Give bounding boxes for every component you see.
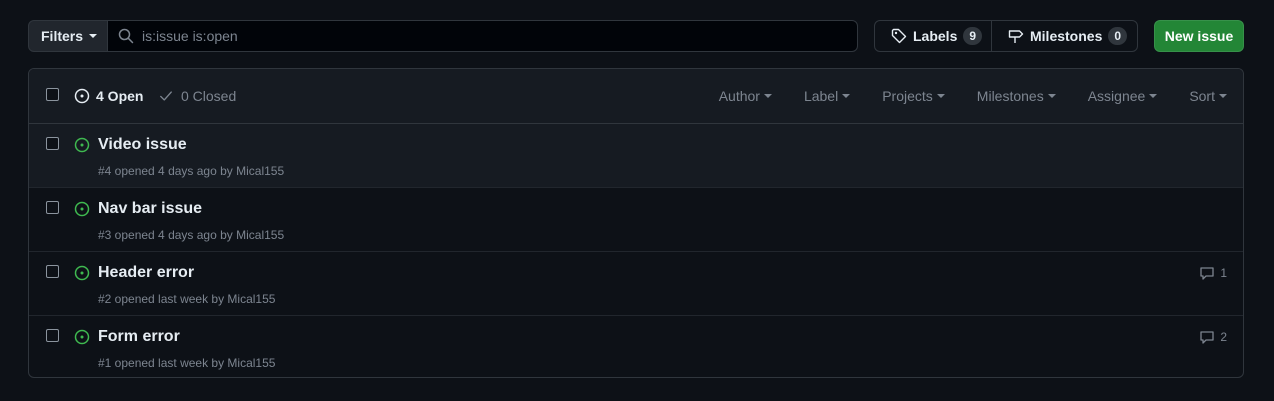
issue-title[interactable]: Form error — [98, 328, 180, 346]
open-count-label: 4 Open — [96, 88, 144, 104]
filter-menus: Author Label Projects Milestones Assigne… — [719, 88, 1227, 104]
caret-down-icon — [936, 94, 945, 98]
issue-meta: #4 opened 4 days ago by Mical155 — [98, 164, 285, 178]
issue-checkbox[interactable] — [46, 329, 59, 342]
milestones-label: Milestones — [1030, 28, 1103, 44]
comments-link[interactable]: 2 — [1199, 329, 1227, 345]
search-icon — [118, 28, 134, 44]
filters-button[interactable]: Filters — [28, 20, 108, 52]
labels-count: 9 — [963, 27, 983, 45]
author-filter[interactable]: Author — [719, 88, 772, 104]
issue-meta: #3 opened 4 days ago by Mical155 — [98, 228, 285, 242]
caret-down-icon — [842, 94, 851, 98]
issue-meta: #1 opened last week by Mical155 — [98, 356, 276, 370]
milestone-icon — [1008, 28, 1024, 44]
assignee-filter[interactable]: Assignee — [1088, 88, 1158, 104]
labels-milestones-group: Labels 9 Milestones 0 — [874, 20, 1138, 52]
issues-list: 4 Open 0 Closed Author Label Projects Mi… — [28, 68, 1244, 378]
caret-down-icon — [763, 94, 772, 98]
projects-filter-label: Projects — [882, 88, 933, 104]
issues-list-header: 4 Open 0 Closed Author Label Projects Mi… — [29, 69, 1243, 124]
search-box[interactable] — [107, 20, 858, 52]
issue-checkbox[interactable] — [46, 137, 59, 150]
caret-down-icon — [89, 34, 98, 38]
issue-title[interactable]: Video issue — [98, 136, 187, 154]
labels-label: Labels — [913, 28, 958, 44]
comment-icon — [1199, 329, 1215, 345]
issue-open-icon — [74, 137, 90, 153]
caret-down-icon — [1219, 94, 1227, 98]
closed-issues-tab[interactable]: 0 Closed — [159, 88, 236, 104]
comment-icon — [1199, 265, 1215, 281]
milestones-button[interactable]: Milestones 0 — [992, 21, 1143, 51]
sort-filter[interactable]: Sort — [1189, 88, 1227, 104]
comments-link[interactable]: 1 — [1199, 265, 1227, 281]
issue-checkbox[interactable] — [46, 265, 59, 278]
tag-icon — [891, 28, 907, 44]
issue-open-icon — [74, 329, 90, 345]
caret-down-icon — [1047, 94, 1056, 98]
check-icon — [159, 89, 173, 103]
label-filter-label: Label — [803, 88, 839, 104]
issue-open-icon — [74, 201, 90, 217]
labels-button[interactable]: Labels 9 — [875, 21, 992, 51]
select-all-checkbox[interactable] — [46, 88, 59, 101]
open-issues-tab[interactable]: 4 Open — [74, 88, 143, 104]
issue-row[interactable]: Form error #1 opened last week by Mical1… — [29, 316, 1243, 377]
issue-row[interactable]: Video issue #4 opened 4 days ago by Mica… — [29, 124, 1243, 188]
caret-down-icon — [1149, 94, 1158, 98]
milestones-filter-label: Milestones — [976, 88, 1044, 104]
issue-title[interactable]: Nav bar issue — [98, 200, 202, 218]
milestones-count: 0 — [1108, 27, 1128, 45]
issue-open-icon — [74, 265, 90, 281]
issues-toolbar: Filters Labels 9 Milestones 0 New issue — [28, 20, 1244, 52]
milestones-filter[interactable]: Milestones — [977, 88, 1056, 104]
assignee-filter-label: Assignee — [1087, 88, 1146, 104]
search-input[interactable] — [142, 28, 822, 44]
sort-filter-label: Sort — [1189, 88, 1215, 104]
new-issue-button[interactable]: New issue — [1154, 20, 1244, 52]
issue-open-icon — [74, 88, 90, 104]
closed-count-label: 0 Closed — [181, 88, 237, 104]
issue-title[interactable]: Header error — [98, 264, 194, 282]
issue-row[interactable]: Header error #2 opened last week by Mica… — [29, 252, 1243, 316]
issue-row[interactable]: Nav bar issue #3 opened 4 days ago by Mi… — [29, 188, 1243, 252]
author-filter-label: Author — [718, 88, 760, 104]
comment-count: 1 — [1220, 266, 1227, 280]
issue-meta: #2 opened last week by Mical155 — [98, 292, 276, 306]
label-filter[interactable]: Label — [803, 88, 851, 104]
comment-count: 2 — [1220, 330, 1227, 344]
issue-checkbox[interactable] — [46, 201, 59, 214]
projects-filter[interactable]: Projects — [882, 88, 945, 104]
filters-label: Filters — [41, 28, 84, 44]
